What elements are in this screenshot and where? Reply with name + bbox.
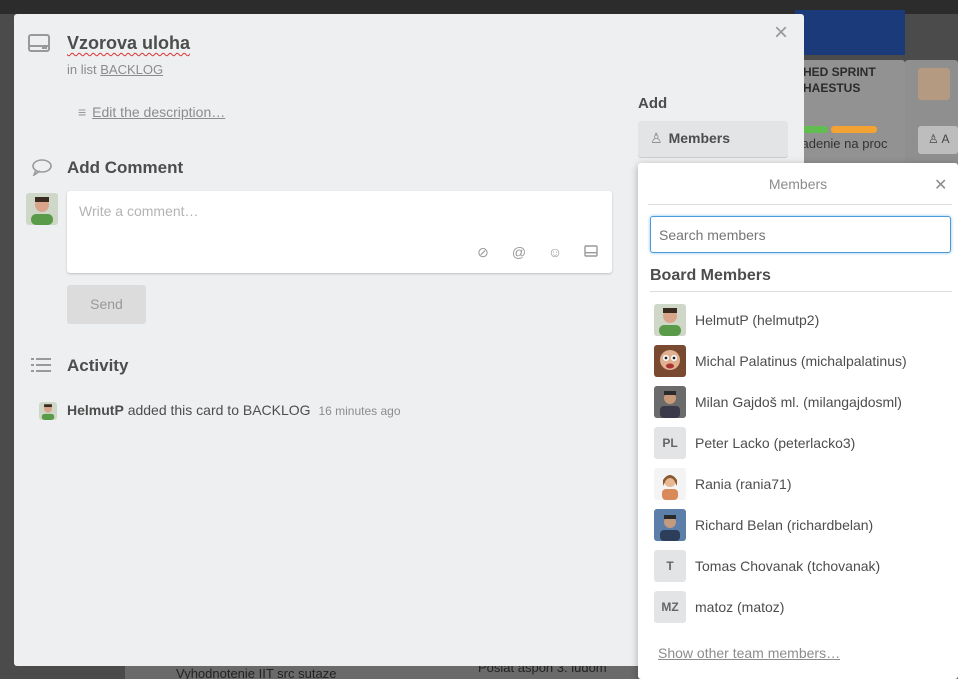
edit-description-label: Edit the description… [92, 104, 226, 120]
add-comment-title: Add Comment [67, 158, 184, 177]
member-name: Rania (rania71) [695, 476, 792, 492]
activity-icon [31, 356, 53, 374]
divider [650, 291, 952, 292]
avatar [654, 468, 686, 500]
members-button-label: Members [668, 130, 731, 146]
member-name: Milan Gajdoš ml. (milangajdosml) [695, 394, 902, 410]
avatar [654, 509, 686, 541]
background-card-text: Vyhodnotenie IIT src sutaze [176, 666, 337, 679]
board-background-image [795, 10, 905, 55]
close-popover-icon[interactable]: ✕ [934, 175, 947, 195]
members-popover: Members ✕ Board Members HelmutP (helmutp… [638, 163, 958, 679]
activity-title: Activity [67, 356, 129, 375]
card-icon [28, 34, 50, 52]
divider [648, 204, 952, 205]
avatar [654, 386, 686, 418]
avatar [654, 345, 686, 377]
board-members-heading: Board Members [650, 267, 771, 284]
add-section-title: Add [638, 95, 668, 112]
show-other-members-link[interactable]: Show other team members… [658, 645, 840, 661]
emoji-icon[interactable]: ☺ [546, 244, 564, 261]
search-members-input[interactable] [650, 216, 951, 253]
member-item[interactable]: MZ matoz (matoz) [654, 591, 784, 623]
initials-avatar: PL [654, 427, 686, 459]
background-list-header: SHED SPRINT PHAESTUS [795, 65, 876, 95]
member-item[interactable]: Michal Palatinus (michalpalatinus) [654, 345, 907, 377]
in-list-prefix: in list [67, 62, 97, 77]
member-name: Michal Palatinus (michalpalatinus) [695, 353, 907, 369]
member-name: HelmutP (helmutp2) [695, 312, 820, 328]
attachment-icon[interactable]: ⊘ [474, 244, 492, 261]
popover-title: Members [768, 176, 828, 192]
person-icon: ♙ [928, 132, 939, 146]
background-avatar [918, 68, 950, 100]
avatar [26, 193, 58, 225]
description-icon: ≡ [78, 104, 87, 120]
avatar [39, 402, 57, 420]
card-icon[interactable] [582, 244, 600, 261]
activity-entry: HelmutP added this card to BACKLOG 16 mi… [67, 402, 401, 418]
close-modal-icon[interactable]: × [769, 21, 793, 46]
member-item[interactable]: Richard Belan (richardbelan) [654, 509, 873, 541]
member-name: Tomas Chovanak (tchovanak) [695, 558, 881, 574]
member-name: matoz (matoz) [695, 599, 785, 615]
comment-placeholder: Write a comment… [79, 203, 199, 219]
background-button-label: A [941, 132, 950, 146]
member-name: Richard Belan (richardbelan) [695, 517, 874, 533]
member-name: Peter Lacko (peterlacko3) [695, 435, 856, 451]
avatar [654, 304, 686, 336]
orange-label [831, 126, 877, 133]
member-item[interactable]: HelmutP (helmutp2) [654, 304, 819, 336]
initials-avatar: T [654, 550, 686, 582]
card-list-info: in list BACKLOG [67, 62, 163, 77]
send-button[interactable]: Send [67, 285, 146, 324]
mention-icon[interactable]: @ [510, 244, 528, 261]
member-item[interactable]: Rania (rania71) [654, 468, 792, 500]
background-card-text: sadenie na proc [795, 136, 888, 151]
comment-toolbar: ⊘ @ ☺ [474, 244, 600, 261]
comment-input[interactable]: Write a comment… ⊘ @ ☺ [67, 191, 612, 273]
activity-time[interactable]: 16 minutes ago [318, 404, 400, 418]
edit-description-link[interactable]: ≡ Edit the description… [78, 104, 225, 120]
comment-icon [31, 158, 53, 178]
list-link[interactable]: BACKLOG [100, 62, 163, 77]
card-title[interactable]: Vzorova uloha [67, 33, 190, 54]
green-label [800, 126, 828, 133]
background-button: ♙ A [918, 126, 958, 154]
member-item[interactable]: Milan Gajdoš ml. (milangajdosml) [654, 386, 902, 418]
initials-avatar: MZ [654, 591, 686, 623]
member-item[interactable]: PL Peter Lacko (peterlacko3) [654, 427, 855, 459]
member-item[interactable]: T Tomas Chovanak (tchovanak) [654, 550, 880, 582]
activity-text: added this card to BACKLOG [127, 402, 311, 418]
members-button[interactable]: ♙ Members [638, 121, 788, 157]
activity-user[interactable]: HelmutP [67, 402, 124, 418]
person-icon: ♙ [650, 130, 663, 146]
